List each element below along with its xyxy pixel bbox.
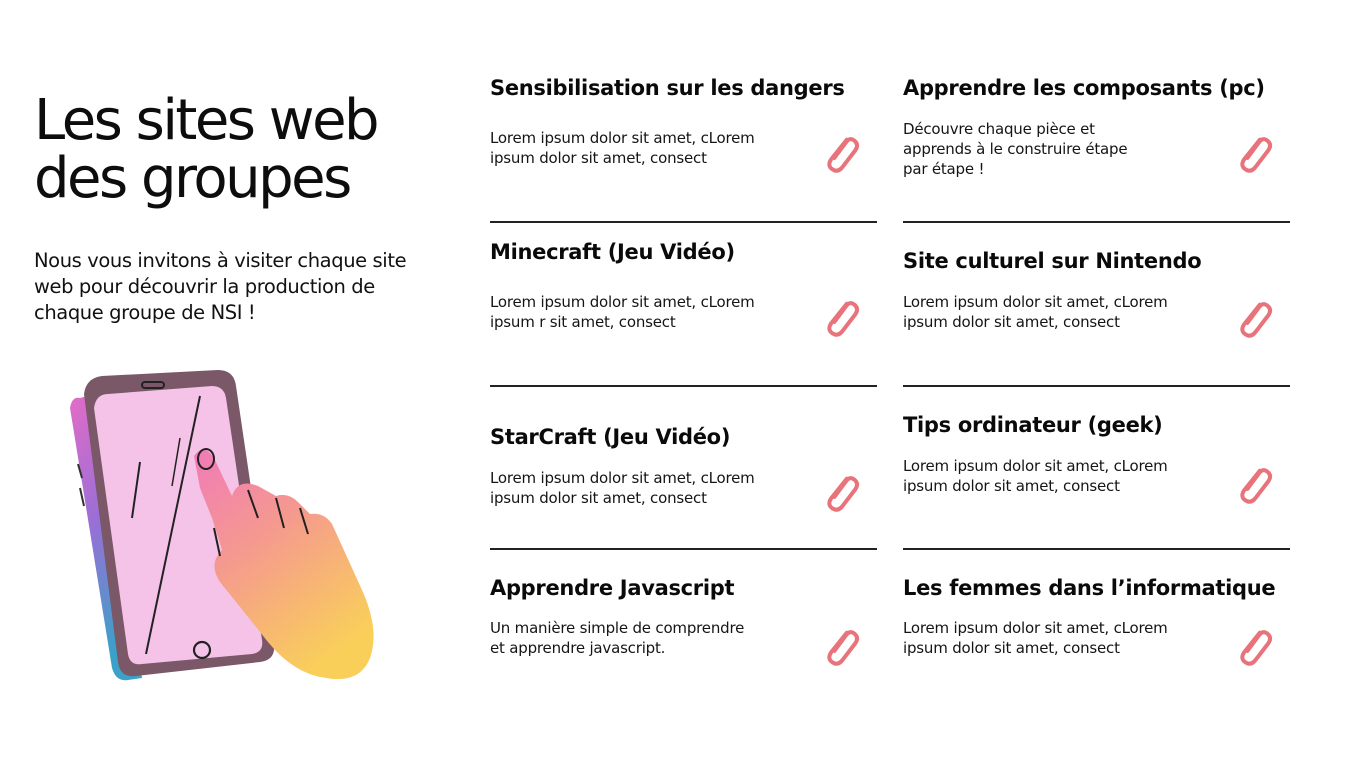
card-title: Sensibilisation sur les dangers [490, 76, 845, 100]
card-description: Découvre chaque pièce et apprends à le c… [903, 120, 1128, 178]
card-description: Lorem ipsum dolor sit amet, cLorem ipsum… [903, 457, 1168, 495]
card-title: Apprendre Javascript [490, 576, 735, 600]
intro-text: Nous vous invitons à visiter chaque site… [34, 249, 407, 324]
divider [903, 548, 1290, 550]
paperclip-icon[interactable] [1234, 132, 1276, 178]
card-title: Apprendre les composants (pc) [903, 76, 1265, 100]
card-description: Lorem ipsum dolor sit amet, cLorem ipsum… [903, 293, 1168, 331]
site-card-les-femmes-dans-l-informatique: Les femmes dans l’informatique Lorem ipsu… [903, 574, 1291, 602]
paperclip-icon[interactable] [821, 296, 863, 342]
paperclip-icon[interactable] [1234, 625, 1276, 671]
card-title: Les femmes dans l’informatique [903, 576, 1276, 600]
card-description: Lorem ipsum dolor sit amet, cLorem ipsum… [903, 619, 1168, 657]
divider [490, 221, 877, 223]
card-description: Lorem ipsum dolor sit amet, cLorem ipsum… [490, 293, 755, 331]
site-card-starcraft-jeu-video: StarCraft (Jeu Vidéo) Lorem ipsum dolor s… [490, 423, 878, 451]
card-description: Lorem ipsum dolor sit amet, cLorem ipsum… [490, 469, 755, 507]
site-card-tips-ordinateur-geek: Tips ordinateur (geek) Lorem ipsum dolor … [903, 411, 1291, 439]
site-card-sensibilisation-sur-les-dangers: Sensibilisation sur les dangers Lorem ips… [490, 74, 878, 102]
divider [903, 221, 1290, 223]
site-card-minecraft-jeu-video: Minecraft (Jeu Vidéo) Lorem ipsum dolor s… [490, 238, 878, 266]
card-description: Un manière simple de comprendre et appre… [490, 619, 745, 657]
paperclip-icon[interactable] [821, 132, 863, 178]
divider [903, 385, 1290, 387]
card-title: StarCraft (Jeu Vidéo) [490, 425, 731, 449]
paperclip-icon[interactable] [821, 625, 863, 671]
site-card-apprendre-javascript: Apprendre Javascript Un manière simple de… [490, 574, 878, 602]
paperclip-icon[interactable] [821, 471, 863, 517]
card-title: Site culturel sur Nintendo [903, 249, 1202, 273]
title-line-2: des groupes [34, 146, 352, 211]
divider [490, 385, 877, 387]
paperclip-icon[interactable] [1234, 463, 1276, 509]
card-title: Tips ordinateur (geek) [903, 413, 1163, 437]
site-card-site-culturel-sur-nintendo: Site culturel sur Nintendo Lorem ipsum do… [903, 247, 1291, 275]
card-title: Minecraft (Jeu Vidéo) [490, 240, 735, 264]
page-title: Les sites web des groupes [34, 92, 380, 211]
card-description: Lorem ipsum dolor sit amet, cLorem ipsum… [490, 129, 755, 167]
title-line-1: Les sites web [34, 88, 380, 153]
site-card-apprendre-les-composants-pc: Apprendre les composants (pc) Découvre ch… [903, 74, 1291, 178]
divider [490, 548, 877, 550]
paperclip-icon[interactable] [1234, 297, 1276, 343]
phone-hand-illustration [70, 370, 374, 681]
